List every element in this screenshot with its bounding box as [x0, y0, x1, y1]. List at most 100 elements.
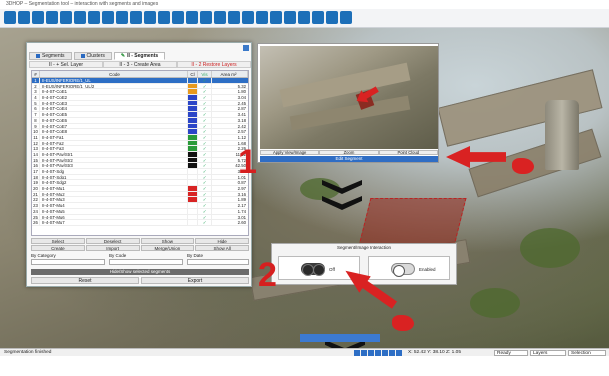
visibility-icon[interactable]: ✓ [198, 78, 212, 83]
col-area[interactable]: Area m² [212, 71, 248, 77]
deselect-button[interactable]: Deselect [85, 238, 140, 244]
col-visible[interactable]: Vis [198, 71, 212, 77]
row-color[interactable] [188, 169, 198, 174]
table-icon[interactable] [158, 11, 170, 24]
visibility-icon[interactable]: ✓ [198, 220, 212, 225]
row-color[interactable] [188, 146, 198, 151]
visibility-icon[interactable]: ✓ [198, 180, 212, 185]
apply-view-button[interactable]: Apply View/Image [260, 150, 320, 155]
visibility-icon[interactable]: ✓ [198, 197, 212, 202]
person-icon[interactable] [130, 11, 142, 24]
visibility-icon[interactable]: ✓ [198, 146, 212, 151]
toggle-on-icon[interactable] [391, 263, 415, 277]
row-color[interactable] [188, 180, 198, 186]
visibility-icon[interactable]: ✓ [198, 186, 212, 191]
gear-icon[interactable] [88, 11, 100, 24]
row-color[interactable] [188, 191, 198, 197]
visibility-icon[interactable]: ✓ [198, 123, 212, 129]
row-color[interactable] [188, 214, 198, 220]
save-icon[interactable] [18, 11, 30, 24]
row-color[interactable] [188, 163, 198, 168]
row-color[interactable] [188, 186, 198, 191]
tab-ii-segments[interactable]: ✎ II - Segments [113, 52, 166, 60]
open-icon[interactable] [4, 11, 16, 24]
visibility-icon[interactable]: ✓ [198, 191, 212, 197]
image-icon[interactable] [116, 11, 128, 24]
option-enabled[interactable]: Enabled [368, 256, 450, 280]
close-icon[interactable] [243, 45, 249, 51]
row-color[interactable] [188, 220, 198, 225]
zoom-button[interactable]: Zoom [319, 150, 379, 155]
palette-icon[interactable] [270, 11, 282, 24]
merge-union-button[interactable]: Merge/Union [140, 245, 195, 251]
visibility-icon[interactable]: ✓ [198, 151, 212, 157]
show-button[interactable]: Show [140, 238, 195, 244]
row-color[interactable] [188, 89, 198, 95]
row-color[interactable] [188, 151, 198, 157]
doc-icon[interactable] [326, 11, 338, 24]
visibility-icon[interactable]: ✓ [198, 129, 212, 134]
visibility-icon[interactable]: ✓ [198, 163, 212, 168]
visibility-icon[interactable]: ✓ [198, 208, 212, 214]
code-select[interactable] [109, 259, 183, 265]
visibility-icon[interactable]: ✓ [198, 169, 212, 174]
point-cloud-button[interactable]: Point Cloud [378, 150, 438, 155]
camera-icon[interactable] [200, 11, 212, 24]
layers-icon[interactable] [32, 11, 44, 24]
search-icon[interactable] [312, 11, 324, 24]
visibility-icon[interactable]: ✓ [198, 157, 212, 163]
create-button[interactable]: Create [31, 245, 85, 251]
col-number[interactable]: # [32, 71, 40, 77]
col-code[interactable]: Code [40, 71, 188, 77]
col-color[interactable]: Cl [188, 71, 198, 77]
hide-button[interactable]: Hide [195, 238, 249, 244]
visibility-icon[interactable]: ✓ [198, 106, 212, 111]
visibility-icon[interactable]: ✓ [198, 134, 212, 140]
table-row[interactable]: 26 II-4-ST-Mu7 ✓ 2.60 [32, 220, 248, 226]
visibility-icon[interactable]: ✓ [198, 140, 212, 146]
visibility-icon[interactable]: ✓ [198, 100, 212, 106]
tab-segments[interactable]: Segments [29, 52, 72, 60]
visibility-icon[interactable]: ✓ [198, 112, 212, 117]
visibility-icon[interactable]: ✓ [198, 117, 212, 123]
target-icon[interactable] [74, 11, 86, 24]
color-icon[interactable] [242, 11, 254, 24]
row-color[interactable] [188, 95, 198, 100]
export-button[interactable]: Export [141, 277, 249, 284]
select-button[interactable]: Select [31, 238, 85, 244]
row-color[interactable] [188, 157, 198, 163]
visibility-icon[interactable]: ✓ [198, 174, 212, 180]
row-color[interactable] [188, 197, 198, 203]
row-color[interactable] [188, 174, 198, 180]
reset-button[interactable]: Reset [31, 277, 139, 284]
folder-icon[interactable] [46, 11, 58, 24]
restore-layers-button[interactable]: II - 2 Restore Layers [177, 61, 251, 68]
row-color[interactable] [188, 100, 198, 106]
row-color[interactable] [188, 129, 198, 134]
screenshot-icon[interactable] [256, 11, 268, 24]
row-color[interactable] [188, 203, 198, 208]
row-color[interactable] [188, 112, 198, 117]
grid-icon[interactable] [102, 11, 114, 24]
compare-icon[interactable] [284, 11, 296, 24]
tab-clusters[interactable]: Clusters [73, 52, 112, 60]
visibility-icon[interactable]: ✓ [198, 203, 212, 208]
pencil-icon[interactable] [172, 11, 184, 24]
hide-show-selected-button[interactable]: Hide/Show selected segments [31, 269, 249, 275]
option-off[interactable]: Off [278, 256, 360, 280]
row-color[interactable] [188, 140, 198, 146]
cube-icon[interactable] [60, 11, 72, 24]
oriented-image[interactable] [260, 46, 438, 149]
lasso-icon[interactable] [144, 11, 156, 24]
row-color[interactable] [188, 123, 198, 129]
create-area-button[interactable]: II - 3 - Create Area [103, 61, 177, 68]
row-color[interactable] [188, 78, 198, 83]
visibility-icon[interactable]: ✓ [198, 95, 212, 100]
category-select[interactable] [31, 259, 105, 265]
brush-icon[interactable] [298, 11, 310, 24]
show-all-button[interactable]: Show All [195, 245, 249, 251]
visibility-icon[interactable]: ✓ [198, 89, 212, 94]
row-color[interactable] [188, 106, 198, 112]
date-select[interactable] [187, 259, 249, 265]
measure-icon[interactable] [214, 11, 226, 24]
